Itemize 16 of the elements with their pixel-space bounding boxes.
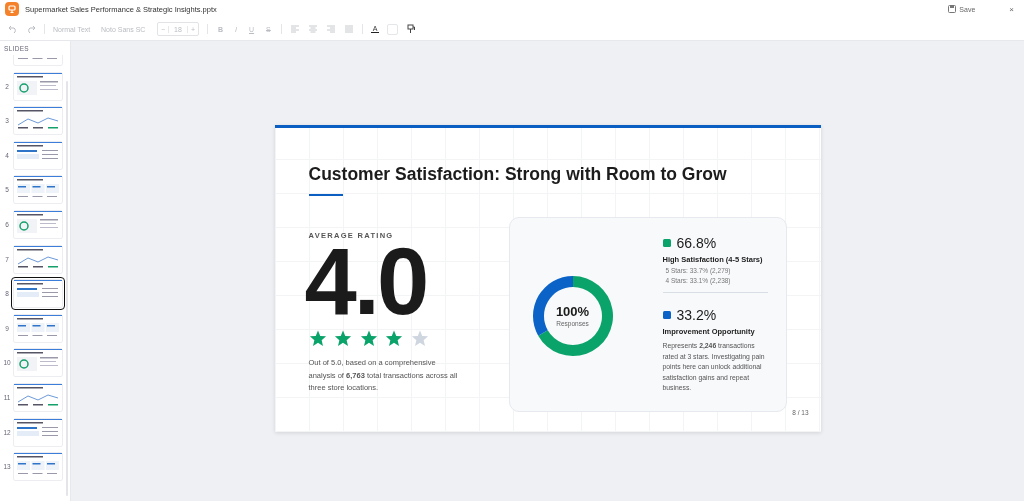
rating-value: 4.0 [304,240,428,324]
slide-thumbnail[interactable] [11,277,65,311]
save-icon [948,5,957,13]
star-icon [385,330,403,347]
donut-center-value: 100% [555,304,590,319]
star-icon [359,330,378,347]
format-painter-icon[interactable] [406,24,417,34]
star-icon [334,330,352,347]
close-button[interactable]: × [1007,4,1016,14]
star-icon [308,330,327,347]
highlight-color-button[interactable] [387,23,399,35]
segment-percent: 33.2% [676,307,717,324]
title-underline [308,194,343,196]
star-icon [410,330,429,347]
segment-percent: 66.8% [676,235,717,252]
slide-title: Customer Satisfaction: Strong with Room to Grow [308,163,728,186]
